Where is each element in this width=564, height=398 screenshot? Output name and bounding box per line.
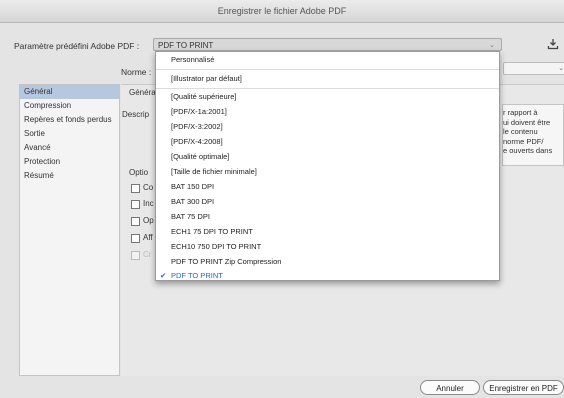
preset-label: Paramètre prédéfini Adobe PDF : bbox=[14, 41, 140, 51]
option-checkbox[interactable] bbox=[131, 217, 140, 226]
description-line: e ouverts dans bbox=[503, 146, 553, 155]
menu-item-pdfx-4[interactable]: [PDF/X-4:2008] bbox=[156, 136, 499, 147]
menu-item-pdf-to-print-zip[interactable]: PDF TO PRINT Zip Compression bbox=[156, 256, 499, 267]
menu-item-pdf-to-print[interactable]: ✔ PDF TO PRINT bbox=[156, 270, 499, 281]
description-line: r rapport à bbox=[503, 108, 538, 117]
sidebar-item-summary[interactable]: Résumé bbox=[20, 169, 119, 183]
menu-item-ech10[interactable]: ECH10 750 DPI TO PRINT bbox=[156, 241, 499, 252]
menu-item-bat-150[interactable]: BAT 150 DPI bbox=[156, 181, 499, 192]
sidebar-item-general[interactable]: Général bbox=[20, 85, 119, 99]
menu-item-pdfx-3[interactable]: [PDF/X-3:2002] bbox=[156, 121, 499, 132]
description-label: Descrip bbox=[122, 110, 150, 119]
window-title: Enregistrer le fichier Adobe PDF bbox=[217, 6, 347, 16]
menu-item-illustrator-default[interactable]: [Illustrator par défaut] bbox=[156, 73, 499, 84]
description-line: le contenu bbox=[503, 127, 538, 136]
option-checkbox-label: Aff bbox=[143, 233, 153, 242]
option-checkbox[interactable] bbox=[131, 184, 140, 193]
sidebar-item-compression[interactable]: Compression bbox=[20, 99, 119, 113]
cancel-button[interactable]: Annuler bbox=[420, 380, 480, 395]
preset-select[interactable]: PDF TO PRINT ⌄ bbox=[153, 38, 502, 51]
description-line: ui doivent être bbox=[503, 117, 551, 127]
option-checkbox-label: Op bbox=[143, 216, 154, 225]
menu-item-smallest-size[interactable]: [Taille de fichier minimale] bbox=[156, 166, 499, 177]
sidebar-item-advanced[interactable]: Avancé bbox=[20, 141, 119, 155]
norme-select[interactable]: ⌄ bbox=[503, 62, 564, 75]
option-checkbox[interactable] bbox=[131, 200, 140, 209]
chevron-down-icon: ⌄ bbox=[558, 65, 564, 72]
option-checkbox-disabled bbox=[131, 251, 140, 260]
save-pdf-button[interactable]: Enregistrer en PDF bbox=[483, 380, 564, 395]
description-line: norme PDF/ bbox=[503, 136, 544, 146]
menu-item-label: PDF TO PRINT bbox=[171, 271, 223, 280]
sidebar-item-security[interactable]: Protection bbox=[20, 155, 119, 169]
menu-item-pdfx-1a[interactable]: [PDF/X-1a:2001] bbox=[156, 106, 499, 117]
menu-item-custom[interactable]: Personnalisé bbox=[156, 54, 499, 65]
options-label: Optio bbox=[129, 168, 149, 177]
menu-item-bat-300[interactable]: BAT 300 DPI bbox=[156, 196, 499, 207]
checkmark-icon: ✔ bbox=[160, 271, 167, 280]
option-checkbox[interactable] bbox=[131, 234, 140, 243]
save-preset-icon[interactable] bbox=[547, 38, 559, 50]
option-checkbox-label: Cr bbox=[143, 250, 152, 259]
preset-dropdown-menu: Personnalisé [Illustrator par défaut] [Q… bbox=[155, 51, 500, 281]
sidebar-item-output[interactable]: Sortie bbox=[20, 127, 119, 141]
norme-label: Norme : bbox=[121, 67, 152, 77]
menu-item-press-quality[interactable]: [Qualité optimale] bbox=[156, 151, 499, 162]
menu-item-bat-75[interactable]: BAT 75 DPI bbox=[156, 211, 499, 222]
menu-item-high-quality[interactable]: [Qualité supérieure] bbox=[156, 91, 499, 102]
menu-item-ech1[interactable]: ECH1 75 DPI TO PRINT bbox=[156, 226, 499, 237]
window-titlebar: Enregistrer le fichier Adobe PDF bbox=[0, 0, 564, 23]
sidebar-item-marks-bleeds[interactable]: Repères et fonds perdus bbox=[20, 113, 119, 127]
option-checkbox-label: Co bbox=[143, 183, 154, 192]
panel-section-title: Général bbox=[129, 88, 158, 97]
sidebar: Général Compression Repères et fonds per… bbox=[19, 84, 120, 376]
menu-divider bbox=[156, 88, 499, 89]
preset-select-value: PDF TO PRINT bbox=[158, 41, 214, 50]
menu-divider bbox=[156, 69, 499, 70]
option-checkbox-label: Inc bbox=[143, 199, 154, 208]
description-box: r rapport à ui doivent être le contenu n… bbox=[502, 104, 564, 166]
